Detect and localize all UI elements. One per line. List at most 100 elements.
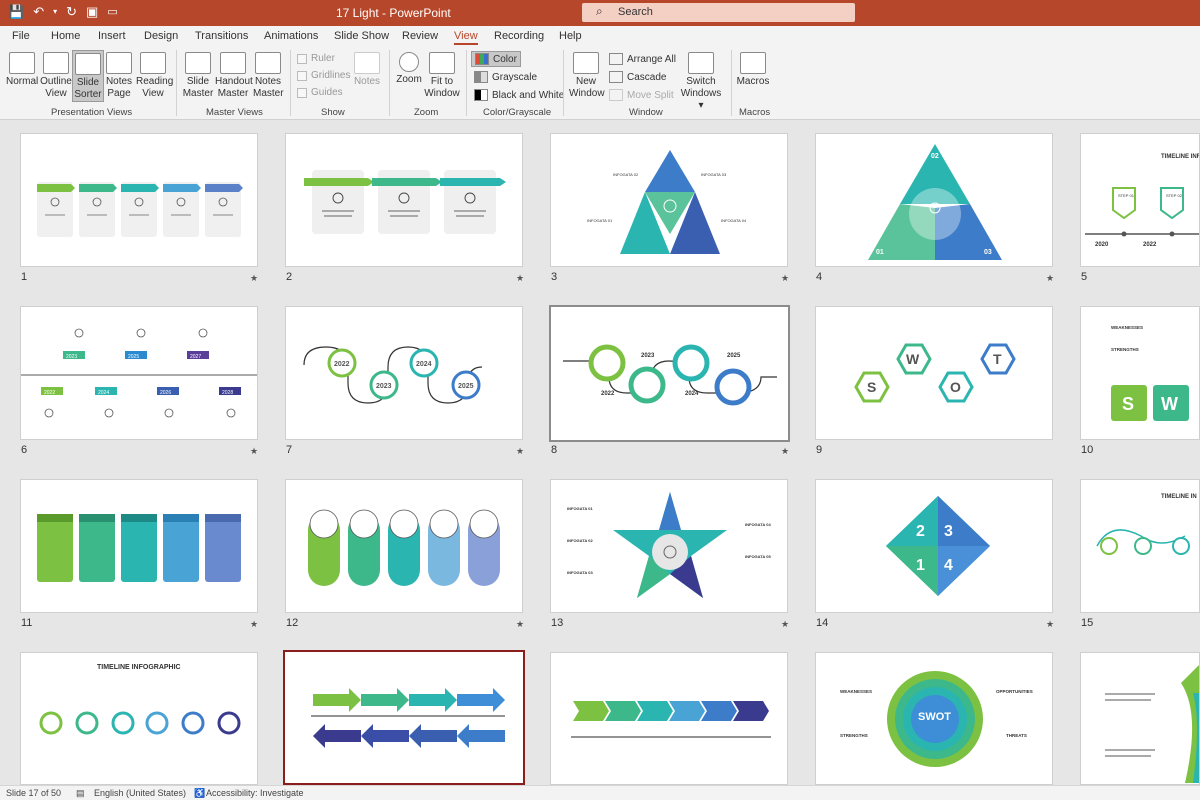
divider <box>731 50 732 116</box>
year-label: 2026 <box>160 390 171 396</box>
label-infodata-03: INFOGATA 03 <box>701 172 727 177</box>
tab-animations[interactable]: Animations <box>264 30 318 42</box>
slide-thumbnail-17[interactable] <box>283 650 525 785</box>
move-split-button[interactable]: Move Split <box>606 87 677 103</box>
year-label: 2020 <box>1095 242 1109 248</box>
slide-thumbnail-10[interactable]: WEAKNESSES STRENGTHS S W <box>1080 306 1200 440</box>
guides-checkbox[interactable]: Guides <box>297 87 343 98</box>
slide-thumbnail-3[interactable]: INFOGATA 02 INFOGATA 03 INFOGATA 01 INFO… <box>550 133 788 267</box>
slide-graphic: 2022 2023 2024 2025 <box>563 344 777 406</box>
fit-to-window-button[interactable]: Fit to Window <box>424 52 460 100</box>
redo-icon[interactable]: ↻ <box>66 4 77 20</box>
accessibility-icon[interactable]: ♿ <box>194 788 205 799</box>
slide-number: 5 <box>1081 271 1088 283</box>
reading-view-button[interactable]: Reading View <box>136 52 173 100</box>
slide-thumbnail-8[interactable]: 2022 2023 2024 2025 <box>549 305 790 442</box>
slide-thumbnail-15[interactable]: TIMELINE IN <box>1080 479 1200 613</box>
notes-page-button[interactable]: Notes Page <box>105 52 133 100</box>
label-infodata-05: INFOGATA 05 <box>745 554 771 559</box>
slide-thumbnail-16[interactable]: TIMELINE INFOGRAPHIC <box>20 652 258 785</box>
tab-help[interactable]: Help <box>559 30 582 42</box>
year-label: 2023 <box>66 354 77 360</box>
arrange-all-button[interactable]: Arrange All <box>606 51 679 67</box>
slide-thumbnail-2[interactable] <box>285 133 523 267</box>
tab-transitions[interactable]: Transitions <box>195 30 248 42</box>
slide-number: 14 <box>816 617 829 629</box>
gridlines-checkbox[interactable]: Gridlines <box>297 70 350 81</box>
slide-sorter-button[interactable]: Slide Sorter <box>72 50 104 102</box>
label-strengths: STRENGTHS <box>1111 347 1139 352</box>
slide-graphic: 2022 2023 2024 2025 <box>303 346 483 404</box>
ruler-checkbox[interactable]: Ruler <box>297 53 335 64</box>
tab-design[interactable]: Design <box>144 30 178 42</box>
slide-thumbnail-6[interactable]: 2023 2025 2027 2022 2024 2026 2028 <box>20 306 258 440</box>
slide-thumbnail-4[interactable]: 02 01 03 <box>815 133 1053 267</box>
swot-letter-s: S <box>867 379 876 395</box>
slide-thumbnail-14[interactable]: 2 3 1 4 <box>815 479 1053 613</box>
notes-page-icon <box>106 52 132 74</box>
outline-view-button[interactable]: Outline View <box>40 52 72 100</box>
tab-slide-show[interactable]: Slide Show <box>334 30 389 42</box>
chevron-down-icon[interactable]: ▾ <box>53 4 57 20</box>
macros-button[interactable]: Macros <box>736 52 770 88</box>
arrange-icon <box>609 53 623 65</box>
switch-windows-button[interactable]: Switch Windows ▾ <box>678 52 724 112</box>
present-icon[interactable]: ▣ <box>86 4 98 20</box>
notes-icon <box>354 52 380 74</box>
checkbox-icon <box>297 70 307 81</box>
label-infodata-04: INFOGATA 04 <box>721 218 747 223</box>
divider <box>466 50 467 116</box>
slide-number: 7 <box>286 444 293 456</box>
grayscale-button[interactable]: Grayscale <box>471 69 540 85</box>
slide-master-button[interactable]: Slide Master <box>182 52 214 100</box>
slide-thumbnail-20[interactable] <box>1080 652 1200 785</box>
notes-button[interactable]: Notes <box>352 52 382 88</box>
undo-icon[interactable]: ↶ <box>33 4 44 20</box>
label-infodata-04: INFOGATA 04 <box>745 522 771 527</box>
tab-home[interactable]: Home <box>51 30 80 42</box>
swot-letter-t: T <box>993 351 1002 367</box>
notes-master-button[interactable]: Notes Master <box>253 52 284 100</box>
slide-number: 8 <box>551 444 558 456</box>
tab-review[interactable]: Review <box>402 30 438 42</box>
slide-thumbnail-19[interactable]: SWOT WEAKNESSES STRENGTHS OPPORTUNITIES … <box>815 652 1053 785</box>
black-white-button[interactable]: Black and White <box>471 87 567 103</box>
slide-graphic: WEAKNESSES STRENGTHS S W <box>1111 325 1189 421</box>
slide-thumbnail-12[interactable] <box>285 479 523 613</box>
zoom-button[interactable]: Zoom <box>394 52 424 86</box>
slide-thumbnail-7[interactable]: 2022 2023 2024 2025 <box>285 306 523 440</box>
language-status[interactable]: English (United States) <box>94 788 186 798</box>
tab-recording[interactable]: Recording <box>494 30 544 42</box>
slide-thumbnail-18[interactable] <box>550 652 788 785</box>
search-box[interactable]: ⌕ Search <box>582 3 855 22</box>
transition-star-icon: ★ <box>781 619 790 629</box>
slide-graphic: 02 01 03 <box>868 144 1002 260</box>
color-button[interactable]: Color <box>471 51 521 67</box>
tab-file[interactable]: File <box>12 30 30 42</box>
shape-icon[interactable]: ▭ <box>107 4 117 20</box>
slide-thumbnail-11[interactable] <box>20 479 258 613</box>
tab-view[interactable]: View <box>454 30 478 45</box>
ribbon: Normal Outline View Slide Sorter Notes Page… <box>0 46 1200 120</box>
slide-thumbnail-5[interactable]: TIMELINE INFOGRAPHIC STEP 01 STEP 02 202… <box>1080 133 1200 267</box>
tab-insert[interactable]: Insert <box>98 30 126 42</box>
slide-graphic <box>304 170 506 234</box>
quick-access-toolbar: 💾 ↶ ▾ ↻ ▣ ▭ <box>8 4 118 20</box>
accessibility-status[interactable]: Accessibility: Investigate <box>206 788 304 798</box>
divider <box>176 50 177 116</box>
save-icon[interactable]: 💾 <box>8 4 24 20</box>
cascade-button[interactable]: Cascade <box>606 69 669 85</box>
new-window-button[interactable]: New Window <box>569 52 605 100</box>
normal-view-button[interactable]: Normal <box>6 52 38 88</box>
label-01: 01 <box>876 249 884 256</box>
proofing-icon[interactable]: ▤ <box>76 788 85 799</box>
group-label-zoom: Zoom <box>414 107 439 118</box>
slide-thumbnail-1[interactable] <box>20 133 258 267</box>
group-label-show: Show <box>321 107 345 118</box>
slide-thumbnail-9[interactable]: S W O T <box>815 306 1053 440</box>
year-label: 2025 <box>458 383 474 390</box>
handout-master-button[interactable]: Handout Master <box>215 52 253 100</box>
slide-graphic: INFOGATA 01 INFOGATA 02 INFOGATA 03 INFO… <box>567 492 771 598</box>
label-infodata-01: INFOGATA 01 <box>587 218 613 223</box>
slide-thumbnail-13[interactable]: INFOGATA 01 INFOGATA 02 INFOGATA 03 INFO… <box>550 479 788 613</box>
